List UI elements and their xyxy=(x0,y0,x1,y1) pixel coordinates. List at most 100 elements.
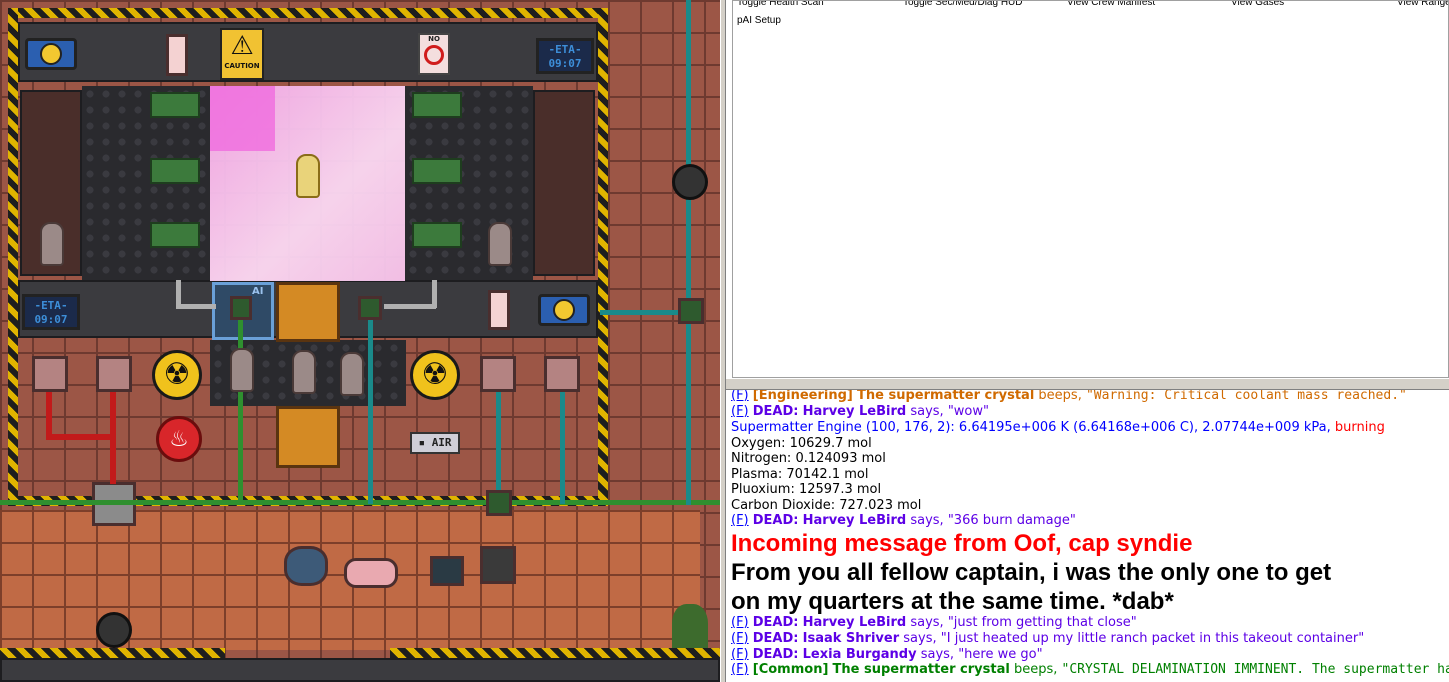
filter-machine[interactable] xyxy=(480,356,516,392)
follow-link[interactable]: (F) xyxy=(731,662,749,677)
pipe-grey xyxy=(176,304,216,309)
chat-message: (F) DEAD: Harvey LeBird says, "366 burn … xyxy=(731,513,1076,528)
eta-display[interactable]: -ETA- 09:07 xyxy=(22,294,80,330)
ai-label: AI xyxy=(252,286,264,297)
top-wall xyxy=(18,22,598,82)
ghost-figure[interactable] xyxy=(230,348,254,392)
status-display-face[interactable] xyxy=(538,294,590,326)
follow-link[interactable]: (F) xyxy=(731,513,749,528)
valve[interactable] xyxy=(230,296,252,320)
warning-triangle-icon: ⚠ xyxy=(230,31,254,61)
pipe-teal xyxy=(600,310,690,315)
announcement-line: on my quarters at the same time. *dab* xyxy=(731,588,1174,615)
device[interactable] xyxy=(430,556,464,586)
hazard-stripe-top xyxy=(8,8,608,18)
air-alarm-sign[interactable]: ▪ AIR xyxy=(410,432,460,454)
pipe-teal xyxy=(368,320,373,504)
panel-splitter[interactable] xyxy=(720,0,726,682)
gas-reading: Pluoxium: 12597.3 mol xyxy=(731,482,882,497)
pipe-teal xyxy=(686,0,691,505)
gas-reading: Nitrogen: 0.124093 mol xyxy=(731,451,886,466)
right-bay xyxy=(533,90,595,276)
verb-view-range[interactable]: View Range xyxy=(1397,1,1448,8)
valve[interactable] xyxy=(678,298,704,324)
hazard-stripe-left xyxy=(8,8,18,506)
inflatable[interactable] xyxy=(344,558,398,588)
crystal-hotspot xyxy=(210,86,275,151)
follow-link[interactable]: (F) xyxy=(731,615,749,630)
hazard-stripe-right xyxy=(598,8,608,506)
pipe-red xyxy=(110,392,116,484)
hazard-stripe-lower xyxy=(0,648,225,658)
gas-scan-header: Supermatter Engine (100, 176, 2): 6.6419… xyxy=(731,420,1385,435)
vent-grate[interactable] xyxy=(480,546,516,584)
smiley-icon xyxy=(553,299,575,321)
pipe-teal xyxy=(496,392,501,504)
radiation-icon: ☢ xyxy=(152,350,202,400)
follow-link[interactable]: (F) xyxy=(731,631,749,646)
ghost-figure[interactable] xyxy=(340,352,364,396)
caution-sign: ⚠ CAUTION xyxy=(220,28,264,80)
gas-reading: Carbon Dioxide: 727.023 mol xyxy=(731,498,922,513)
ghost-figure[interactable] xyxy=(40,222,64,266)
ghost-figure[interactable] xyxy=(292,350,316,394)
verb-pai-setup[interactable]: pAI Setup xyxy=(737,15,781,26)
bottom-wall xyxy=(0,658,720,682)
pipe-panel[interactable] xyxy=(150,222,200,248)
verb-view-crew-manifest[interactable]: View Crew Manifest xyxy=(1067,1,1155,8)
chat-output[interactable]: (F) [Engineering] The supermatter crysta… xyxy=(728,390,1449,682)
status-display-face[interactable] xyxy=(25,38,77,70)
filter-machine[interactable] xyxy=(96,356,132,392)
chat-message: (F) [Engineering] The supermatter crysta… xyxy=(731,390,1407,403)
fire-icon: ♨ xyxy=(156,416,202,462)
eta-display[interactable]: -ETA- 09:07 xyxy=(536,38,594,74)
filter-machine[interactable] xyxy=(32,356,68,392)
radiation-icon: ☢ xyxy=(410,350,460,400)
verb-toggle-hud[interactable]: Toggle Sec/Med/Diag HUD xyxy=(903,1,1023,8)
fire-alarm[interactable] xyxy=(166,34,188,76)
valve[interactable] xyxy=(486,490,512,516)
pipe-teal xyxy=(560,392,565,504)
emitter-bottom[interactable] xyxy=(276,406,340,468)
follow-link[interactable]: (F) xyxy=(731,404,749,419)
chat-message: (F) [Common] The supermatter crystal bee… xyxy=(731,662,1449,677)
canister[interactable] xyxy=(284,546,328,586)
valve[interactable] xyxy=(358,296,382,320)
follow-link[interactable]: (F) xyxy=(731,647,749,662)
pipe-grey xyxy=(384,304,436,309)
fan-vent-icon xyxy=(96,612,132,648)
pipe-red xyxy=(46,392,52,440)
game-viewport[interactable]: -ETA- 09:07 -ETA- 09:07 ⚠ CAUTION NO ☢ ☢ ♨ … xyxy=(0,0,720,682)
potted-plant[interactable] xyxy=(672,604,708,652)
output-splitter[interactable] xyxy=(726,378,1449,390)
chat-message: (F) DEAD: Isaak Shriver says, "I just he… xyxy=(731,631,1365,646)
hazard-stripe-lower xyxy=(390,648,720,658)
gas-reading: Oxygen: 10629.7 mol xyxy=(731,436,872,451)
pipe-panel[interactable] xyxy=(150,92,200,118)
follow-link[interactable]: (F) xyxy=(731,390,749,403)
pipe-panel[interactable] xyxy=(412,222,462,248)
ghost-figure[interactable] xyxy=(488,222,512,266)
announcement-line: From you all fellow captain, i was the o… xyxy=(731,559,1332,586)
player-character[interactable] xyxy=(296,154,320,198)
gas-reading: Plasma: 70142.1 mol xyxy=(731,467,869,482)
filter-machine[interactable] xyxy=(544,356,580,392)
verb-toggle-health-scan[interactable]: Toggle Health Scan xyxy=(737,1,824,8)
chat-message: (F) DEAD: Lexia Burgandy says, "here we … xyxy=(731,647,1043,662)
verb-panel: Toggle Health Scan Toggle Sec/Med/Diag H… xyxy=(732,0,1449,378)
pipe-green xyxy=(0,500,720,505)
no-smoking-sign: NO xyxy=(418,33,450,75)
fan-vent-icon xyxy=(672,164,708,200)
pipe-red xyxy=(46,434,116,440)
chat-message: (F) DEAD: Harvey LeBird says, "wow" xyxy=(731,404,989,419)
smiley-icon xyxy=(40,43,62,65)
incoming-message-title: Incoming message from Oof, cap syndie xyxy=(731,530,1193,557)
no-smoking-icon xyxy=(424,45,444,65)
pipe-panel[interactable] xyxy=(150,158,200,184)
fire-alarm[interactable] xyxy=(488,290,510,330)
pipe-panel[interactable] xyxy=(412,158,462,184)
chat-message: (F) DEAD: Harvey LeBird says, "just from… xyxy=(731,615,1137,630)
verb-view-gases[interactable]: View Gases xyxy=(1231,1,1284,8)
emitter-top[interactable] xyxy=(276,282,340,342)
pipe-panel[interactable] xyxy=(412,92,462,118)
